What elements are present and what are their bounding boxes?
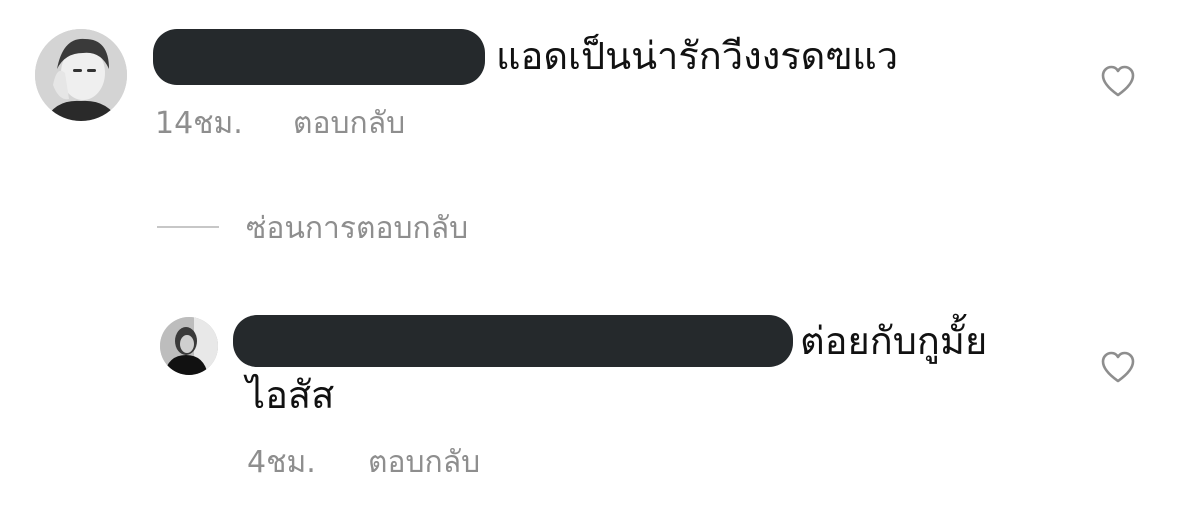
reply-text-line1: ต่อยกับกูมั้ย bbox=[800, 319, 988, 363]
heart-icon[interactable] bbox=[1100, 64, 1136, 98]
profile-photo-icon bbox=[160, 317, 218, 375]
comment-timestamp: 14ชม. bbox=[155, 106, 243, 141]
comments-thread: แอดเป็นน่ารักวีงงรดฃแว 14ชม. ตอบกลับ ซ่อ… bbox=[0, 0, 1200, 532]
reply-button[interactable]: ตอบกลับ bbox=[293, 106, 405, 142]
heart-icon[interactable] bbox=[1100, 350, 1136, 384]
reply-button[interactable]: ตอบกลับ bbox=[368, 445, 480, 481]
hide-replies-button[interactable]: ซ่อนการตอบกลับ bbox=[246, 211, 468, 247]
comment-text: แอดเป็นน่ารักวีงงรดฃแว bbox=[496, 34, 899, 78]
reply-avatar[interactable] bbox=[160, 317, 218, 375]
reply-text-line2: ไอสัส bbox=[246, 373, 335, 417]
commenter-avatar[interactable] bbox=[35, 29, 127, 121]
replies-divider bbox=[157, 226, 219, 228]
username-redacted bbox=[233, 315, 793, 367]
profile-photo-icon bbox=[35, 29, 127, 121]
username-redacted bbox=[153, 29, 485, 85]
reply-timestamp: 4ชม. bbox=[247, 445, 316, 480]
